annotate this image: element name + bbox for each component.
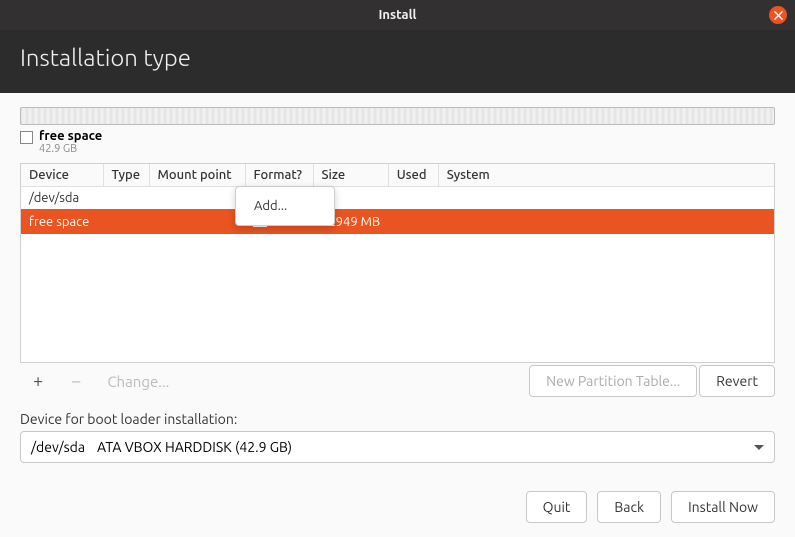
- legend-size: 42.9 GB: [39, 143, 102, 155]
- freespace-swatch: [20, 131, 33, 144]
- bootloader-desc: ATA VBOX HARDDISK (42.9 GB): [97, 439, 292, 455]
- cell-used: [388, 187, 438, 210]
- back-button[interactable]: Back: [597, 491, 661, 523]
- col-device[interactable]: Device: [21, 164, 103, 187]
- cell-mount: [149, 209, 245, 234]
- legend-label: free space: [39, 129, 102, 143]
- cell-device: free space: [21, 209, 103, 234]
- bootloader-device-select[interactable]: /dev/sda ATA VBOX HARDDISK (42.9 GB): [20, 431, 775, 463]
- col-type[interactable]: Type: [103, 164, 149, 187]
- cell-used: [388, 209, 438, 234]
- close-icon: [774, 11, 783, 20]
- wizard-footer: Quit Back Install Now: [526, 491, 775, 523]
- table-header-row: Device Type Mount point Format? Size Use…: [21, 164, 774, 187]
- partition-table-container: Device Type Mount point Format? Size Use…: [20, 163, 775, 363]
- partition-toolbar: + − Change... New Partition Table... Rev…: [20, 365, 775, 397]
- revert-button[interactable]: Revert: [699, 365, 775, 397]
- col-size[interactable]: Size: [313, 164, 388, 187]
- context-menu: Add...: [235, 186, 335, 226]
- cell-system: [438, 209, 774, 234]
- partition-bar[interactable]: [20, 107, 775, 125]
- page-title: Installation type: [20, 44, 191, 71]
- partition-table[interactable]: Device Type Mount point Format? Size Use…: [21, 164, 774, 234]
- window-title: Install: [379, 8, 417, 22]
- quit-button[interactable]: Quit: [526, 491, 588, 523]
- col-system[interactable]: System: [438, 164, 774, 187]
- bootloader-label: Device for boot loader installation:: [20, 411, 775, 427]
- table-row[interactable]: free space 42949 MB: [21, 209, 774, 234]
- install-now-button[interactable]: Install Now: [671, 491, 775, 523]
- col-used[interactable]: Used: [388, 164, 438, 187]
- col-mount[interactable]: Mount point: [149, 164, 245, 187]
- cell-device: /dev/sda: [21, 187, 103, 210]
- menu-item-add[interactable]: Add...: [236, 195, 334, 217]
- partition-legend: free space 42.9 GB: [20, 129, 775, 155]
- titlebar: Install: [0, 0, 795, 30]
- col-format[interactable]: Format?: [245, 164, 313, 187]
- chevron-down-icon: [754, 445, 764, 450]
- add-partition-button[interactable]: +: [20, 368, 56, 394]
- cell-type: [103, 187, 149, 210]
- cell-mount: [149, 187, 245, 210]
- new-partition-table-button: New Partition Table...: [529, 365, 697, 397]
- content-area: free space 42.9 GB Device Type Mount poi…: [0, 93, 795, 473]
- remove-partition-button: −: [58, 368, 94, 394]
- bootloader-device: /dev/sda: [31, 439, 85, 455]
- cell-system: [438, 187, 774, 210]
- change-partition-button: Change...: [96, 366, 180, 397]
- cell-type: [103, 209, 149, 234]
- window-close-button[interactable]: [769, 6, 787, 24]
- table-row[interactable]: /dev/sda: [21, 187, 774, 210]
- page-header: Installation type: [0, 30, 795, 93]
